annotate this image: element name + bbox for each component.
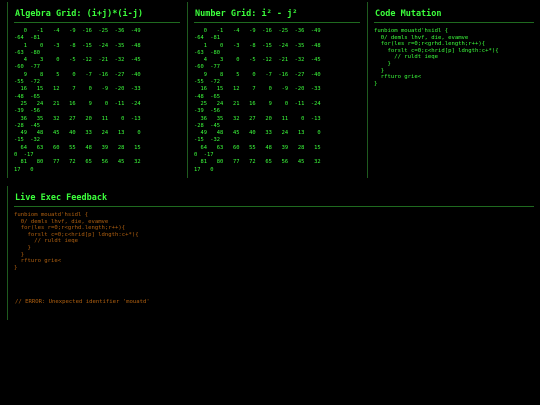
code-mutation-line: } <box>374 80 378 87</box>
code-mutation-line: for(les r=0;r<grhd.length;r++){ <box>374 41 486 48</box>
algebra-grid-values: 0 -1 -4 -9 -16 -25 -36 -49 -64 -81 1 0 -… <box>14 28 180 174</box>
number-grid-values: 0 -1 -4 -9 -16 -25 -36 -49 -64 -81 1 0 -… <box>194 28 360 174</box>
number-grid-panel: Number Grid: i² - j² 0 -1 -4 -9 -16 -25 … <box>187 2 360 178</box>
algebra-grid-row: 36 35 32 27 20 11 0 -13 <box>14 115 141 122</box>
algebra-grid-title: Algebra Grid: (i+j)*(i-j) <box>15 9 143 19</box>
number-grid-row: 0 -17 <box>194 152 214 159</box>
algebra-grid-row: 25 24 21 16 9 0 -11 -24 <box>14 100 141 107</box>
number-grid-row: 64 63 60 55 48 39 28 15 <box>194 144 321 151</box>
live-exec-feedback-source: funbiom mouatd'hsidl { 0/ demls lhvf, di… <box>14 212 534 271</box>
number-grid-row: -28 -45 <box>194 122 220 129</box>
number-grid-row: 36 35 32 27 20 11 0 -13 <box>194 115 321 122</box>
number-grid-row: -63 -80 <box>194 49 220 56</box>
number-grid-row: 0 -1 -4 -9 -16 -25 -36 -49 <box>194 28 321 34</box>
algebra-grid-row: -48 -65 <box>14 93 40 100</box>
code-mutation-line: forslt c=0;c<hrid[p] ldngth:c+*){ <box>374 47 499 54</box>
algebra-grid-row: -60 -77 <box>14 64 40 71</box>
number-grid-row: 17 0 <box>194 166 214 173</box>
code-mutation-line: } <box>374 67 385 74</box>
number-grid-row: 16 15 12 7 0 -9 -20 -33 <box>194 86 321 93</box>
algebra-grid-row: -28 -45 <box>14 122 40 129</box>
algebra-grid-divider <box>14 22 180 23</box>
live-exec-feedback-panel: Live Exec Feedback funbiom mouatd'hsidl … <box>7 186 534 320</box>
number-grid-row: -48 -65 <box>194 93 220 100</box>
algebra-grid-row: 81 80 77 72 65 56 45 32 <box>14 159 141 166</box>
number-grid-row: -55 -72 <box>194 79 220 86</box>
feedback-code-line: } <box>14 244 31 251</box>
algebra-grid-row: 9 8 5 0 -7 -16 -27 -40 <box>14 71 141 78</box>
algebra-grid-row: -55 -72 <box>14 79 40 86</box>
feedback-code-line: funbiom mouatd'hsidl { <box>14 212 89 218</box>
code-mutation-line: funbiom mouatd'hsidl { <box>374 28 449 34</box>
algebra-grid-row: 0 -1 -4 -9 -16 -25 -36 -49 <box>14 28 141 34</box>
number-grid-title: Number Grid: i² - j² <box>195 9 298 19</box>
feedback-code-line: 0/ demls lhvf, die, evamve <box>14 218 109 225</box>
code-mutation-divider <box>374 22 534 23</box>
algebra-grid-row: 64 63 60 55 48 39 28 15 <box>14 144 141 151</box>
code-mutation-line: // ruldt ieqe <box>374 54 438 61</box>
feedback-code-line: } <box>14 264 18 271</box>
number-grid-row: -60 -77 <box>194 64 220 71</box>
live-exec-feedback-title: Live Exec Feedback <box>15 193 108 203</box>
feedback-code-line: } <box>14 251 25 258</box>
number-grid-row: 25 24 21 16 9 0 -11 -24 <box>194 100 321 107</box>
algebra-grid-row: 4 3 0 -5 -12 -21 -32 -45 <box>14 57 141 64</box>
number-grid-row: -64 -81 <box>194 35 220 42</box>
number-grid-row: 81 80 77 72 65 56 45 32 <box>194 159 321 166</box>
algebra-grid-row: 49 48 45 40 33 24 13 0 <box>14 130 141 137</box>
feedback-code-line: forslt c=0;c<hrid[p] ldngth:c+*){ <box>14 231 139 238</box>
feedback-code-line: for(les r=0;r<grhd.length;r++){ <box>14 225 126 232</box>
live-exec-feedback-divider <box>14 206 534 207</box>
algebra-grid-row: -39 -56 <box>14 108 40 115</box>
number-grid-row: -39 -56 <box>194 108 220 115</box>
code-mutation-panel: Code Mutation funbiom mouatd'hsidl { 0/ … <box>367 2 534 178</box>
feedback-code-line: rfturo grie< <box>14 258 62 265</box>
number-grid-row: 49 48 45 40 33 24 13 0 <box>194 130 321 137</box>
code-mutation-line: 0/ demls lhvf, die, evamve <box>374 34 469 41</box>
code-mutation-title: Code Mutation <box>375 9 442 19</box>
number-grid-divider <box>194 22 360 23</box>
code-mutation-line: } <box>374 60 391 67</box>
algebra-grid-row: 1 0 -3 -8 -15 -24 -35 -48 <box>14 42 141 49</box>
algebra-grid-row: -15 -32 <box>14 137 40 144</box>
number-grid-row: -15 -32 <box>194 137 220 144</box>
number-grid-row: 4 3 0 -5 -12 -21 -32 -45 <box>194 57 321 64</box>
algebra-grid-row: 0 -17 <box>14 152 34 159</box>
algebra-grid-row: 16 15 12 7 0 -9 -20 -33 <box>14 86 141 93</box>
algebra-grid-row: -63 -80 <box>14 49 40 56</box>
code-mutation-source: funbiom mouatd'hsidl { 0/ demls lhvf, di… <box>374 28 534 87</box>
live-exec-error-message: // ERROR: Unexpected identifier 'mouatd' <box>15 299 150 305</box>
number-grid-row: 9 8 5 0 -7 -16 -27 -40 <box>194 71 321 78</box>
code-mutation-line: rfturo grie< <box>374 74 422 81</box>
algebra-grid-row: -64 -81 <box>14 35 40 42</box>
number-grid-row: 1 0 -3 -8 -15 -24 -35 -48 <box>194 42 321 49</box>
algebra-grid-row: 17 0 <box>14 166 34 173</box>
algebra-grid-panel: Algebra Grid: (i+j)*(i-j) 0 -1 -4 -9 -16… <box>7 2 180 178</box>
feedback-code-line: // ruldt ieqe <box>14 238 78 245</box>
